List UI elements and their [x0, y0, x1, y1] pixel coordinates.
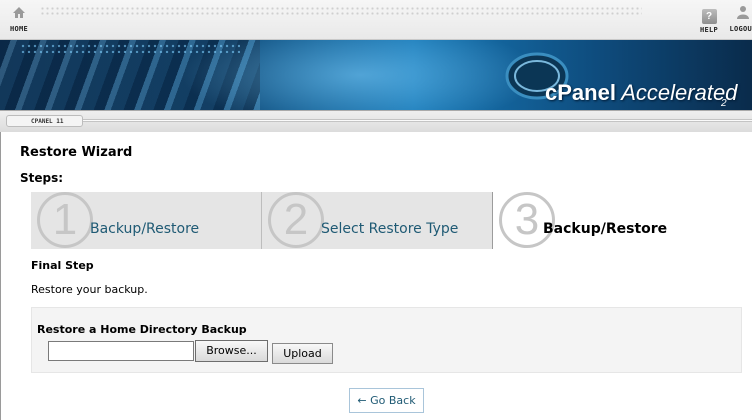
- content-border: [0, 132, 1, 420]
- home-icon: [13, 7, 25, 18]
- logout-button[interactable]: LOGOUT: [728, 4, 752, 33]
- step-2: 2 Select Restore Type: [262, 192, 493, 249]
- final-step-description: Restore your backup.: [31, 283, 148, 296]
- breadcrumb-cpanel-link[interactable]: CPANEL 11: [6, 115, 83, 127]
- brand-cpanel: cPanel: [545, 80, 616, 105]
- dotted-pattern: [40, 6, 642, 16]
- final-step-heading: Final Step: [31, 259, 94, 272]
- top-navigation-bar: HOME ? HELP LOGOUT: [0, 0, 752, 40]
- home-label: HOME: [9, 25, 29, 33]
- binary-digits-graphic: [20, 43, 240, 53]
- step-2-number: 2: [268, 192, 324, 248]
- step-1-number: 1: [37, 192, 93, 248]
- upload-button[interactable]: Upload: [272, 343, 333, 364]
- help-icon: ?: [701, 9, 717, 24]
- breadcrumb: CPANEL 11: [0, 110, 752, 132]
- wizard-steps: 1 Backup/Restore 2 Select Restore Type 3…: [31, 192, 712, 249]
- step-3-number: 3: [499, 192, 555, 248]
- help-label: HELP: [699, 26, 719, 34]
- steps-label: Steps:: [20, 171, 64, 185]
- browse-button[interactable]: Browse...: [195, 340, 268, 362]
- brand-accelerated: Accelerated: [621, 80, 738, 105]
- step-2-label: Select Restore Type: [321, 221, 459, 237]
- restore-panel-title: Restore a Home Directory Backup: [37, 323, 247, 336]
- home-button[interactable]: HOME: [4, 4, 34, 33]
- user-icon: [737, 6, 749, 19]
- go-back-link[interactable]: ← Go Back: [349, 388, 424, 413]
- file-path-field[interactable]: [48, 341, 194, 361]
- brand-version: 2: [721, 98, 727, 109]
- step-1-label: Backup/Restore: [90, 221, 200, 237]
- page-title: Restore Wizard: [20, 145, 133, 160]
- brand-text: cPanel Accelerated: [545, 80, 737, 106]
- restore-home-directory-panel: Restore a Home Directory Backup Browse..…: [31, 307, 742, 373]
- cpanel-logo: cPanel Accelerated 2: [505, 46, 745, 109]
- cpanel-banner: cPanel Accelerated 2: [0, 40, 752, 110]
- step-3-current: 3 Backup/Restore: [493, 192, 712, 249]
- breadcrumb-divider: [78, 119, 752, 122]
- help-button[interactable]: ? HELP: [698, 4, 720, 34]
- step-1: 1 Backup/Restore: [31, 192, 262, 249]
- step-3-label: Backup/Restore: [543, 221, 668, 237]
- logout-label: LOGOUT: [729, 25, 752, 33]
